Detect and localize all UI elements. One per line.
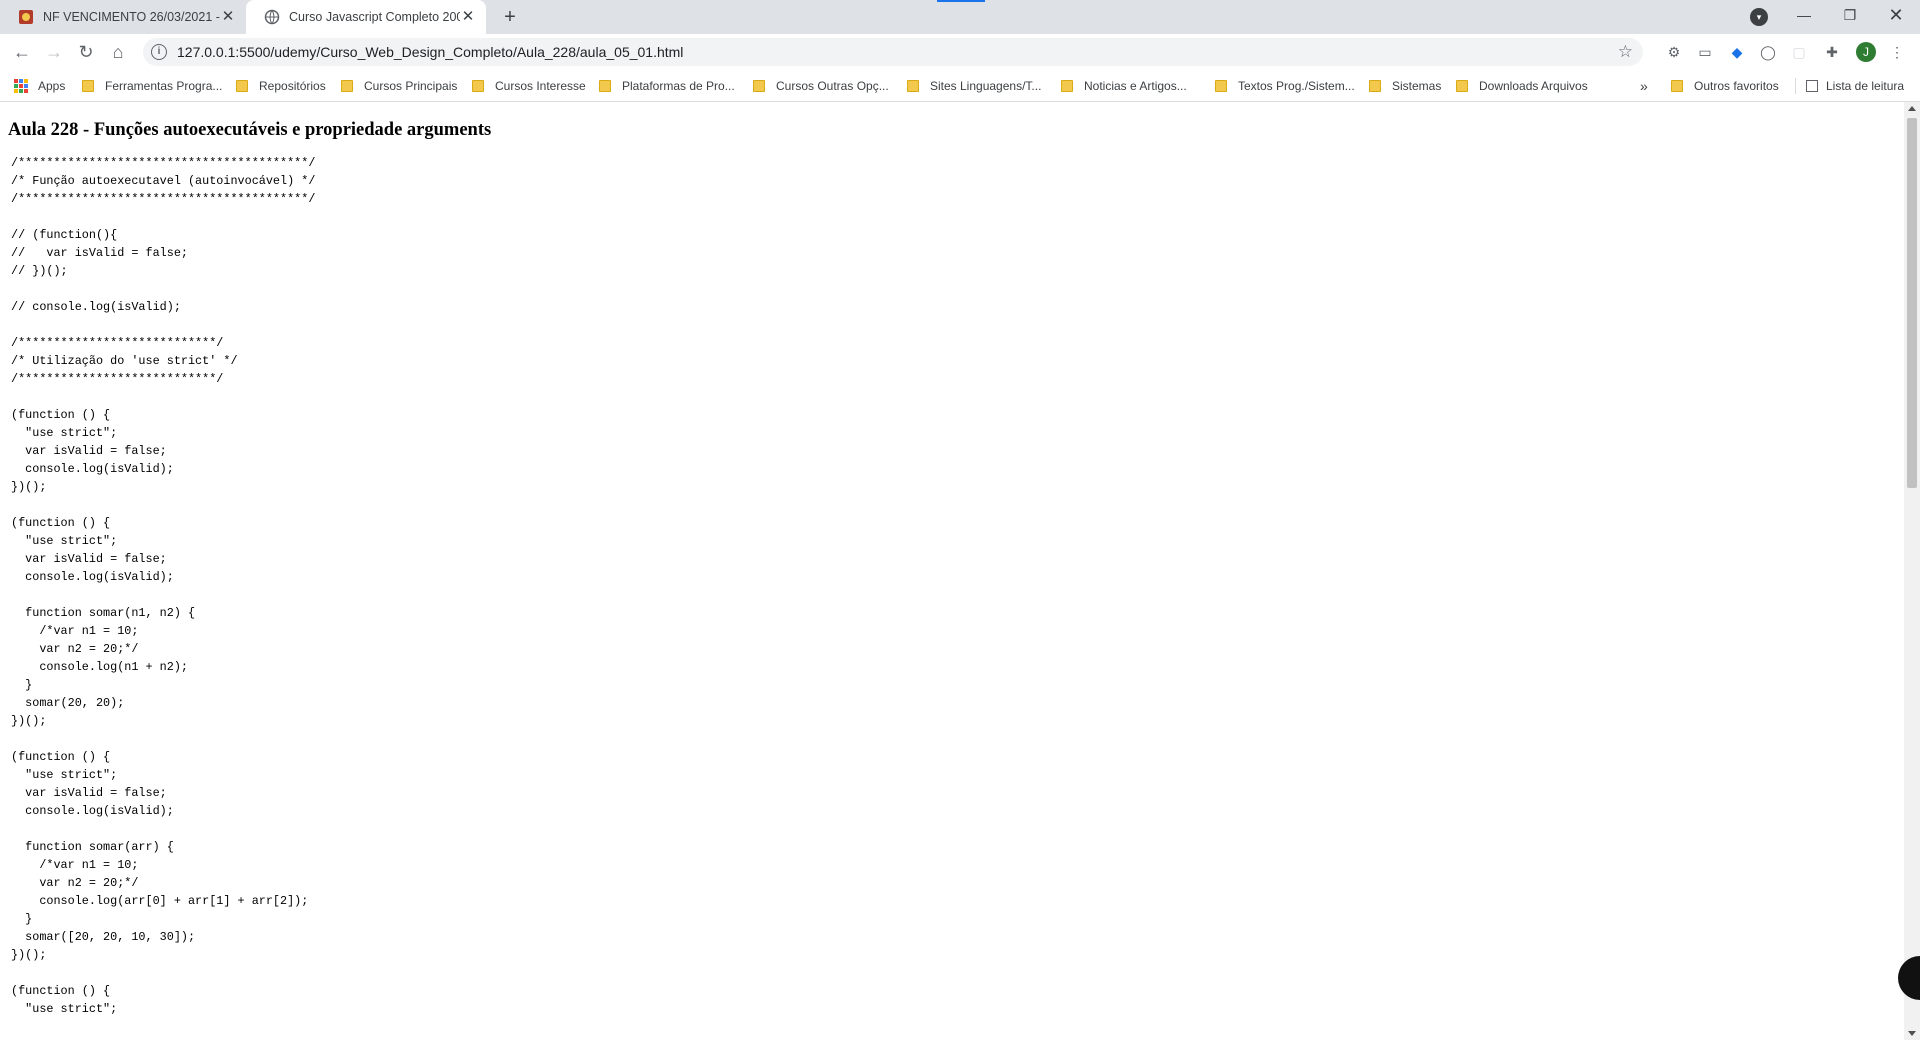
folder-icon xyxy=(1369,80,1381,92)
bookmark-label: Cursos Interesse xyxy=(495,79,586,93)
page-content: Aula 228 - Funções autoexecutáveis e pro… xyxy=(0,102,1904,1040)
extension-blank-icon[interactable]: ▢ xyxy=(1790,43,1808,61)
bookmark-label: Plataformas de Pro... xyxy=(622,79,735,93)
apps-grid-icon xyxy=(14,79,28,93)
bookmarks-divider xyxy=(1795,78,1796,94)
bookmark-label: Repositórios xyxy=(259,79,326,93)
page-title: Aula 228 - Funções autoexecutáveis e pro… xyxy=(8,120,492,140)
bookmark-folder[interactable]: Sites Linguagens/T... xyxy=(907,70,1041,102)
new-tab-button[interactable]: + xyxy=(498,5,522,29)
scrollbar-thumb[interactable] xyxy=(1907,118,1917,488)
tab-search-icon[interactable]: ▾ xyxy=(1750,8,1768,26)
tab-drag-indicator xyxy=(937,0,985,2)
folder-icon xyxy=(1215,80,1227,92)
address-bar[interactable]: i 127.0.0.1:5500/udemy/Curso_Web_Design_… xyxy=(143,38,1643,66)
url-text[interactable]: 127.0.0.1:5500/udemy/Curso_Web_Design_Co… xyxy=(177,44,683,60)
bookmark-label: Lista de leitura xyxy=(1826,79,1905,93)
tab-title: NF VENCIMENTO 26/03/2021 - jr xyxy=(43,10,220,24)
folder-icon xyxy=(1456,80,1468,92)
browser-toolbar: ← → ↻ ⌂ i 127.0.0.1:5500/udemy/Curso_Web… xyxy=(0,34,1920,70)
close-tab-icon[interactable]: ✕ xyxy=(460,9,476,25)
reading-list-button[interactable]: Lista de leitura xyxy=(1806,70,1904,102)
bookmark-folder[interactable]: Downloads Arquivos xyxy=(1456,70,1588,102)
maximize-button[interactable]: ❐ xyxy=(1827,0,1873,30)
profile-avatar[interactable]: J xyxy=(1856,42,1876,62)
tab-nf-vencimento[interactable]: NF VENCIMENTO 26/03/2021 - jr ✕ xyxy=(0,0,246,34)
folder-icon xyxy=(907,80,919,92)
folder-icon xyxy=(1671,80,1683,92)
reload-icon[interactable]: ↻ xyxy=(72,38,100,66)
bookmark-folder[interactable]: Sistemas xyxy=(1369,70,1441,102)
folder-icon xyxy=(753,80,765,92)
bookmark-folder[interactable]: Cursos Outras Opç... xyxy=(753,70,889,102)
bookmark-folder[interactable]: Textos Prog./Sistem... xyxy=(1215,70,1355,102)
close-tab-icon[interactable]: ✕ xyxy=(220,9,236,25)
extensions-puzzle-icon[interactable]: ✚ xyxy=(1823,43,1841,61)
folder-icon xyxy=(472,80,484,92)
folder-icon xyxy=(236,80,248,92)
bookmark-label: Sistemas xyxy=(1392,79,1442,93)
bookmarks-overflow-chevron-icon[interactable]: » xyxy=(1640,70,1648,102)
tab-strip: NF VENCIMENTO 26/03/2021 - jr ✕ Curso Ja… xyxy=(0,0,1920,34)
tab-title: Curso Javascript Completo 2008 xyxy=(289,10,460,24)
bookmark-label: Downloads Arquivos xyxy=(1479,79,1588,93)
bookmark-label: Sites Linguagens/T... xyxy=(930,79,1042,93)
home-icon[interactable]: ⌂ xyxy=(104,38,132,66)
bookmark-folder[interactable]: Plataformas de Pro... xyxy=(599,70,735,102)
folder-icon xyxy=(341,80,353,92)
bookmark-label: Outros favoritos xyxy=(1694,79,1779,93)
bookmark-folder[interactable]: Repositórios xyxy=(236,70,326,102)
bookmark-label: Textos Prog./Sistem... xyxy=(1238,79,1355,93)
folder-icon xyxy=(82,80,94,92)
bookmark-folder[interactable]: Ferramentas Progra... xyxy=(82,70,222,102)
bookmark-label: Noticias e Artigos... xyxy=(1084,79,1187,93)
extension-circle-icon[interactable]: ◯ xyxy=(1759,43,1777,61)
bookmark-label: Cursos Outras Opç... xyxy=(776,79,889,93)
globe-icon xyxy=(264,9,280,25)
bookmark-label: Cursos Principais xyxy=(364,79,458,93)
bookmark-label: Ferramentas Progra... xyxy=(105,79,223,93)
document-favicon-icon xyxy=(18,9,34,25)
folder-icon xyxy=(599,80,611,92)
close-window-button[interactable]: ✕ xyxy=(1873,0,1919,30)
bookmark-apps[interactable]: Apps xyxy=(14,70,65,102)
bookmarks-bar: Apps Ferramentas Progra... Repositórios … xyxy=(0,70,1920,102)
site-info-icon[interactable]: i xyxy=(151,44,167,60)
minimize-button[interactable]: — xyxy=(1781,0,1827,30)
bookmark-label: Apps xyxy=(38,79,66,93)
bookmark-folder[interactable]: Cursos Interesse xyxy=(472,70,586,102)
code-block: /***************************************… xyxy=(11,156,316,1016)
bookmark-other-favorites[interactable]: Outros favoritos xyxy=(1671,70,1779,102)
scroll-up-arrow-icon[interactable] xyxy=(1908,106,1916,111)
bookmark-star-icon[interactable]: ☆ xyxy=(1618,42,1633,62)
page-scrollbar[interactable] xyxy=(1904,102,1920,1040)
menu-kebab-icon[interactable]: ⋮ xyxy=(1888,43,1906,61)
extension-gear-icon[interactable]: ⚙ xyxy=(1665,43,1683,61)
screenshot-icon[interactable]: ▭ xyxy=(1696,43,1714,61)
reading-list-icon xyxy=(1806,80,1818,92)
tab-curso-javascript[interactable]: Curso Javascript Completo 2008 ✕ xyxy=(246,0,486,34)
extension-blue-icon[interactable]: ◆ xyxy=(1728,43,1746,61)
scroll-down-arrow-icon[interactable] xyxy=(1908,1031,1916,1036)
bookmark-folder[interactable]: Cursos Principais xyxy=(341,70,457,102)
forward-arrow-icon[interactable]: → xyxy=(40,38,68,66)
back-arrow-icon[interactable]: ← xyxy=(8,38,36,66)
folder-icon xyxy=(1061,80,1073,92)
bookmark-folder[interactable]: Noticias e Artigos... xyxy=(1061,70,1187,102)
